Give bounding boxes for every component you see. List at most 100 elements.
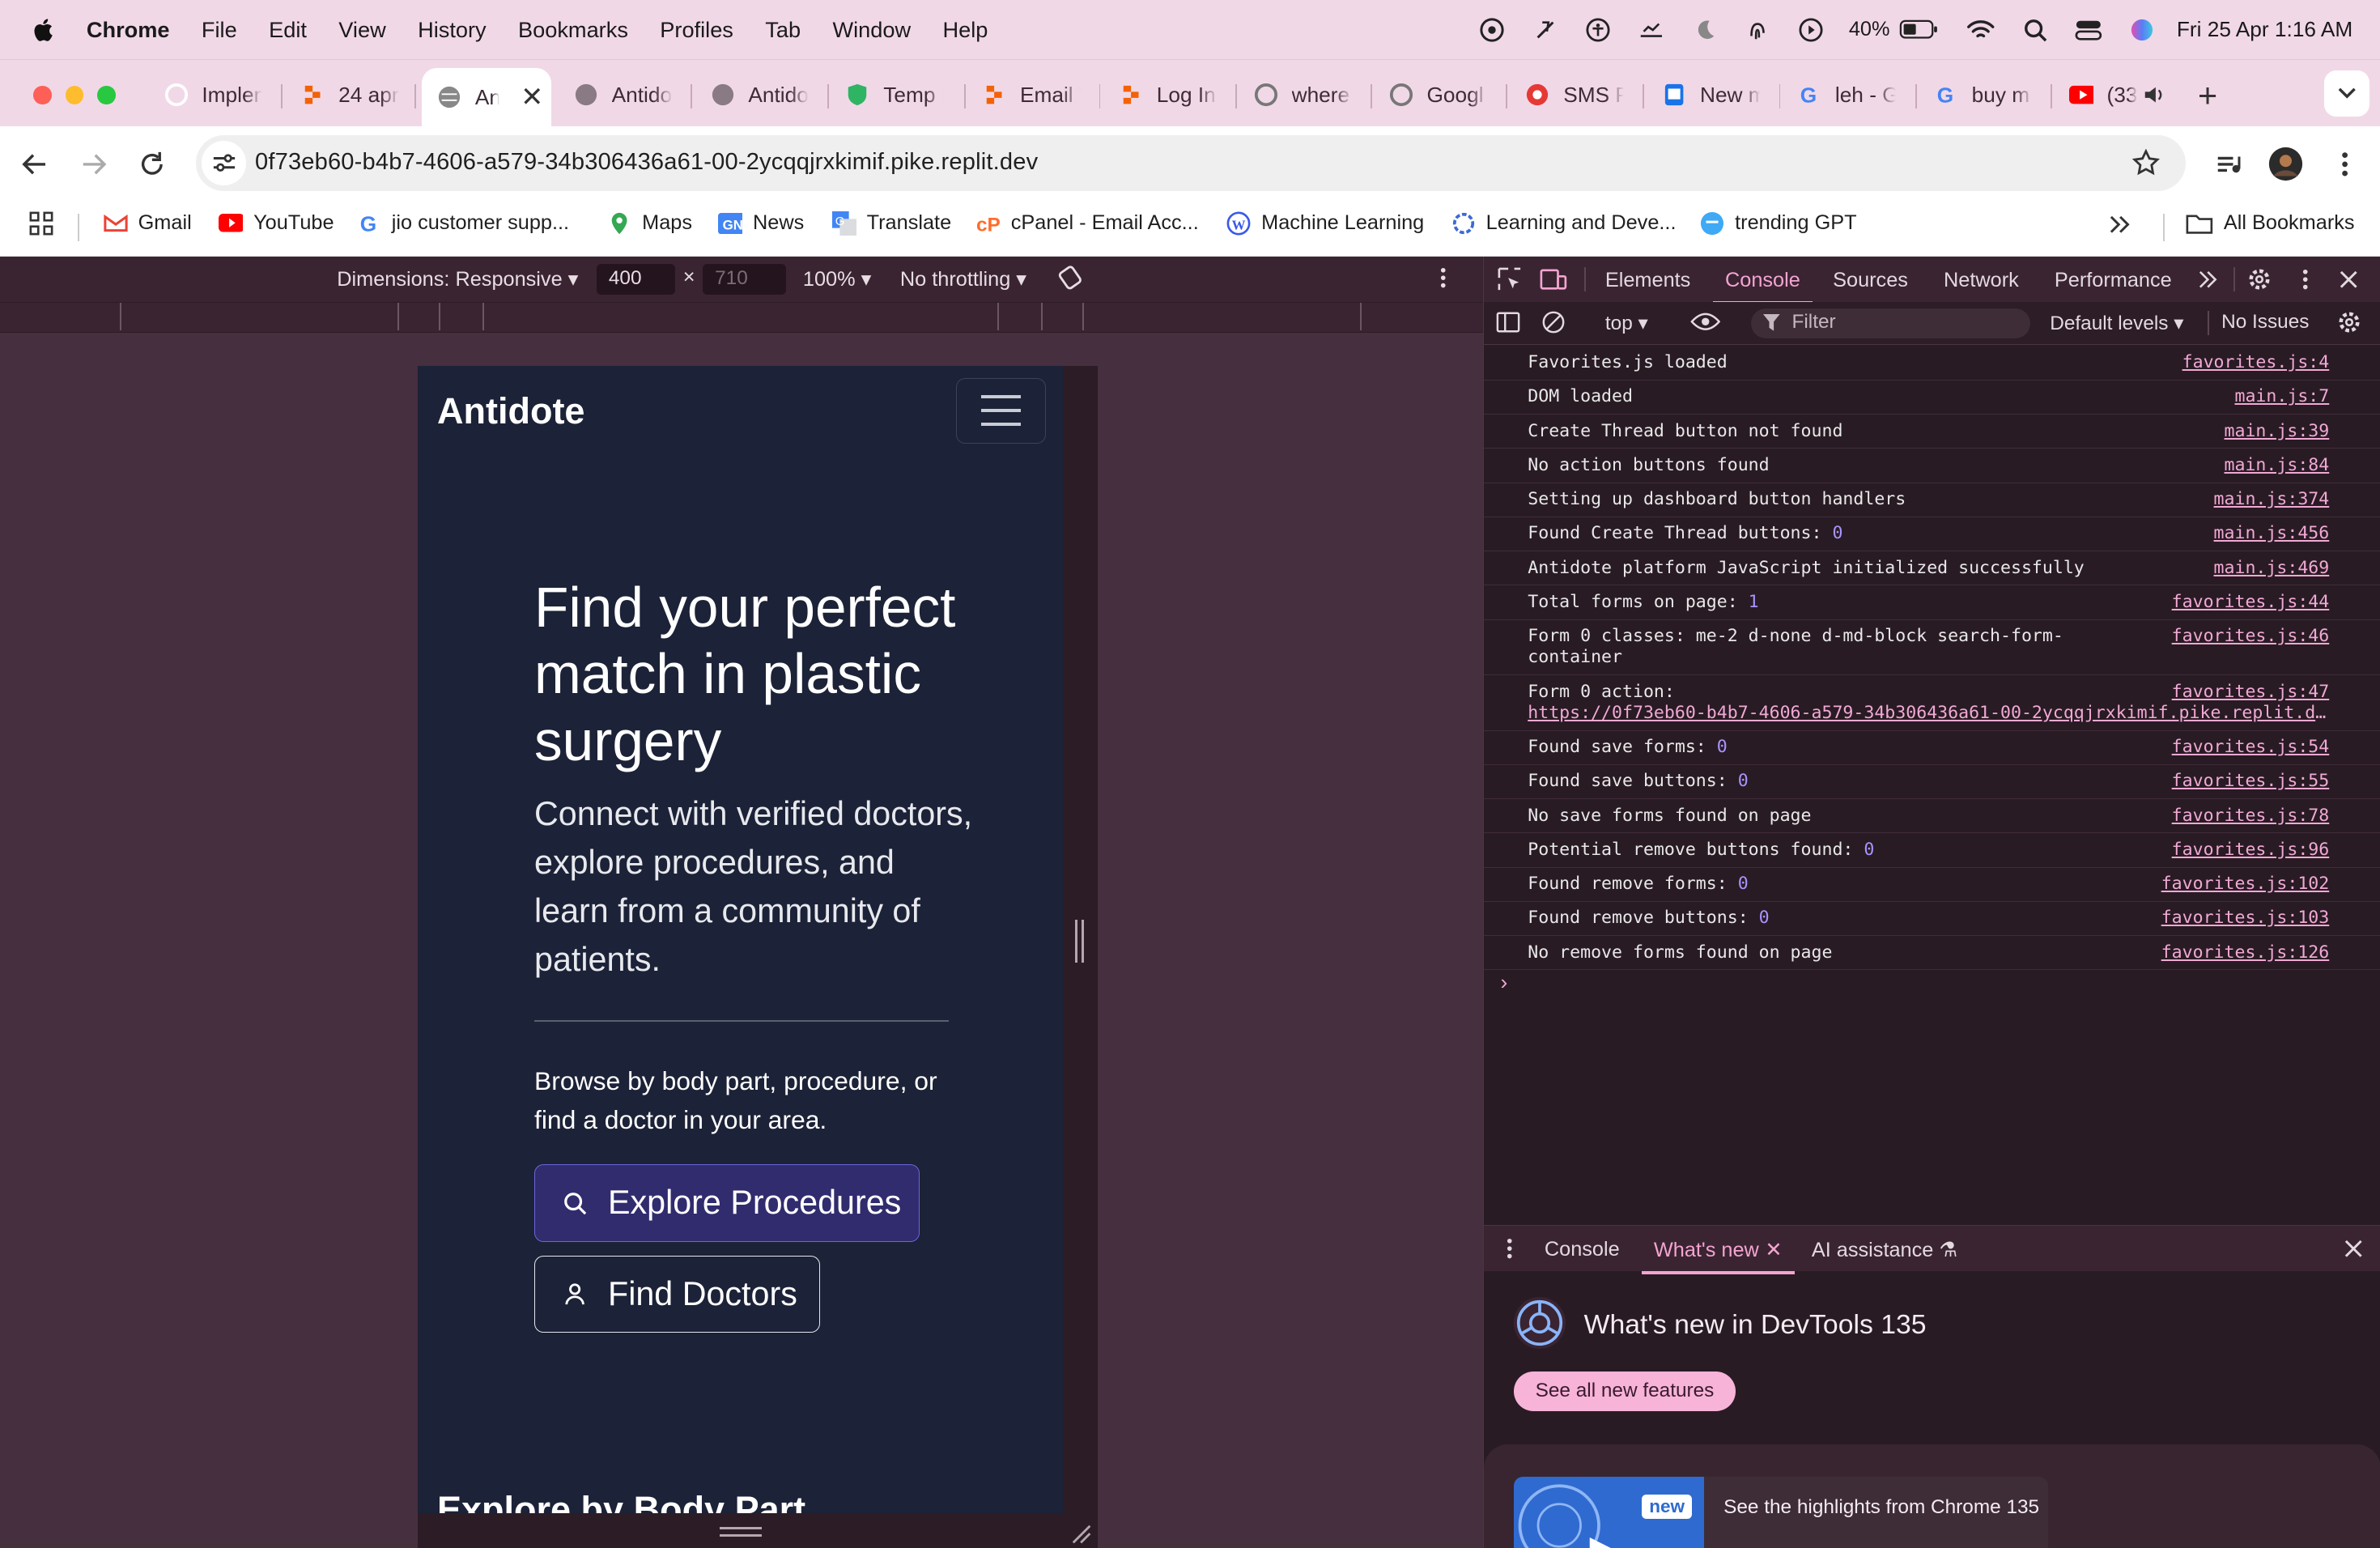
apple-icon[interactable]: [31, 16, 58, 44]
context-selector[interactable]: top ▾: [1605, 311, 1648, 335]
tab-sources[interactable]: Sources: [1833, 269, 1908, 292]
tab-11[interactable]: SMS P: [1525, 70, 1624, 119]
close-window-button[interactable]: [33, 86, 52, 104]
menu-history[interactable]: History: [418, 17, 487, 43]
siri-icon[interactable]: [2128, 16, 2156, 44]
menu-window[interactable]: Window: [832, 17, 911, 43]
profile-avatar[interactable]: [2267, 146, 2304, 182]
clear-console-icon[interactable]: [1541, 310, 1566, 334]
menu-view[interactable]: View: [338, 17, 385, 43]
fingerprint-icon[interactable]: [1744, 16, 1771, 44]
hamburger-menu-icon[interactable]: [956, 377, 1046, 444]
tab-9[interactable]: where: [1254, 70, 1353, 119]
close-devtools-icon[interactable]: [2335, 266, 2363, 293]
tab-8[interactable]: Log In: [1119, 70, 1218, 119]
bookmark-trending-gpt[interactable]: trending GPT: [1700, 211, 1857, 236]
drawer-tab-console[interactable]: Console: [1545, 1238, 1620, 1261]
bookmark-cpanel[interactable]: cP cPanel - Email Acc...: [976, 211, 1199, 236]
close-tab-icon[interactable]: ✕: [521, 81, 543, 113]
dimensions-dropdown[interactable]: Dimensions: Responsive ▾: [337, 267, 578, 291]
play-icon[interactable]: [1797, 16, 1825, 44]
moon-icon[interactable]: [1691, 16, 1719, 44]
resize-handle-bottom[interactable]: [719, 1527, 763, 1537]
chrome-menu-icon[interactable]: [2328, 147, 2361, 181]
search-icon[interactable]: [2022, 16, 2050, 44]
source-link[interactable]: main.js:456: [2214, 523, 2330, 544]
width-input[interactable]: 400: [596, 264, 676, 295]
tab-elements[interactable]: Elements: [1605, 269, 1690, 292]
see-all-features-button[interactable]: See all new features: [1514, 1372, 1736, 1411]
url-text[interactable]: 0f73eb60-b4b7-4606-a579-34b306436a61-00-…: [255, 149, 1038, 176]
zoom-dropdown[interactable]: 100% ▾: [803, 267, 871, 291]
mute-icon[interactable]: [1532, 16, 1559, 44]
bookmark-maps[interactable]: Maps: [607, 211, 692, 236]
settings-gear-icon[interactable]: [2246, 266, 2273, 293]
find-doctors-button[interactable]: Find Doctors: [534, 1255, 820, 1333]
minimize-window-button[interactable]: [65, 86, 84, 104]
console-settings-icon[interactable]: [2337, 310, 2361, 334]
bookmark-gmail[interactable]: Gmail: [103, 211, 192, 236]
source-link[interactable]: favorites.js:96: [2172, 840, 2330, 861]
bookmark-machine-learning[interactable]: W Machine Learning: [1226, 211, 1424, 236]
height-input[interactable]: 710: [703, 264, 787, 295]
status-app-icon[interactable]: [1478, 16, 1506, 44]
menu-tab[interactable]: Tab: [765, 17, 801, 43]
tab-console[interactable]: Console: [1713, 269, 1812, 306]
tab-search-button[interactable]: [2323, 70, 2369, 117]
device-toggle-icon[interactable]: [1540, 266, 1567, 293]
battery-icon[interactable]: [1899, 16, 1939, 44]
source-link[interactable]: main.js:469: [2214, 558, 2330, 579]
speaker-icon[interactable]: [2142, 84, 2163, 105]
source-link[interactable]: favorites.js:47: [2172, 682, 2330, 703]
resize-handle-right[interactable]: [1074, 920, 1084, 963]
throttling-dropdown[interactable]: No throttling ▾: [900, 267, 1026, 291]
resize-corner-icon[interactable]: [1070, 1523, 1091, 1544]
explore-procedures-button[interactable]: Explore Procedures: [534, 1164, 920, 1242]
tab-2[interactable]: 24 apr: [300, 70, 399, 119]
issues-counter[interactable]: No Issues: [2221, 311, 2309, 334]
more-tabs-icon[interactable]: [2194, 266, 2221, 293]
bookmark-learning[interactable]: Learning and Deve...: [1451, 211, 1677, 236]
devtools-more-icon[interactable]: [2291, 266, 2318, 293]
site-info-icon[interactable]: [202, 141, 246, 185]
back-arrow-icon[interactable]: [19, 147, 52, 181]
tab-6[interactable]: Temp I: [845, 70, 944, 119]
tab-performance[interactable]: Performance: [2055, 269, 2172, 292]
drawer-tab-whats-new[interactable]: What's new ✕: [1641, 1238, 1794, 1275]
source-link[interactable]: favorites.js:54: [2172, 737, 2330, 758]
apps-grid-icon[interactable]: [29, 211, 53, 236]
bookmark-star-icon[interactable]: [2132, 148, 2161, 176]
address-bar[interactable]: 0f73eb60-b4b7-4606-a579-34b306436a61-00-…: [195, 134, 2186, 192]
media-control-icon[interactable]: [2212, 147, 2245, 181]
menu-help[interactable]: Help: [942, 17, 988, 43]
accessibility-icon[interactable]: [1585, 16, 1613, 44]
close-tab-icon[interactable]: ✕: [1765, 1239, 1782, 1261]
site-brand[interactable]: Antidote: [437, 390, 584, 432]
bookmark-youtube[interactable]: YouTube: [219, 211, 334, 236]
source-link[interactable]: favorites.js:103: [2161, 908, 2330, 929]
bookmark-translate[interactable]: G Translate: [831, 211, 951, 236]
source-link[interactable]: favorites.js:126: [2161, 942, 2330, 963]
new-tab-button[interactable]: +: [2198, 77, 2217, 115]
all-bookmarks[interactable]: All Bookmarks: [2186, 211, 2355, 236]
forward-arrow-icon[interactable]: [78, 147, 111, 181]
source-link[interactable]: main.js:84: [2225, 455, 2330, 476]
live-expression-eye-icon[interactable]: [1690, 313, 1721, 331]
source-link[interactable]: favorites.js:44: [2172, 592, 2330, 613]
bookmark-jio[interactable]: Gjio customer supp...: [357, 211, 569, 236]
console-prompt-chevron[interactable]: ›: [1501, 970, 1508, 995]
source-link[interactable]: favorites.js:78: [2172, 806, 2330, 827]
tab-4[interactable]: Antido: [574, 70, 673, 119]
drawer-tab-ai-assistance[interactable]: AI assistance ⚗: [1812, 1238, 1957, 1262]
wifi-icon[interactable]: [1966, 16, 1996, 44]
source-link[interactable]: favorites.js:55: [2172, 771, 2330, 792]
menu-edit[interactable]: Edit: [269, 17, 307, 43]
source-link[interactable]: main.js:39: [2225, 421, 2330, 442]
tab-1[interactable]: Implen: [164, 70, 262, 119]
more-bookmarks-icon[interactable]: [2110, 215, 2131, 234]
menu-file[interactable]: File: [202, 17, 237, 43]
tab-7[interactable]: Email V: [982, 70, 1081, 119]
tab-active[interactable]: An ✕: [422, 67, 551, 127]
filter-input[interactable]: Filter: [1750, 308, 2030, 339]
close-drawer-icon[interactable]: [2340, 1235, 2367, 1262]
